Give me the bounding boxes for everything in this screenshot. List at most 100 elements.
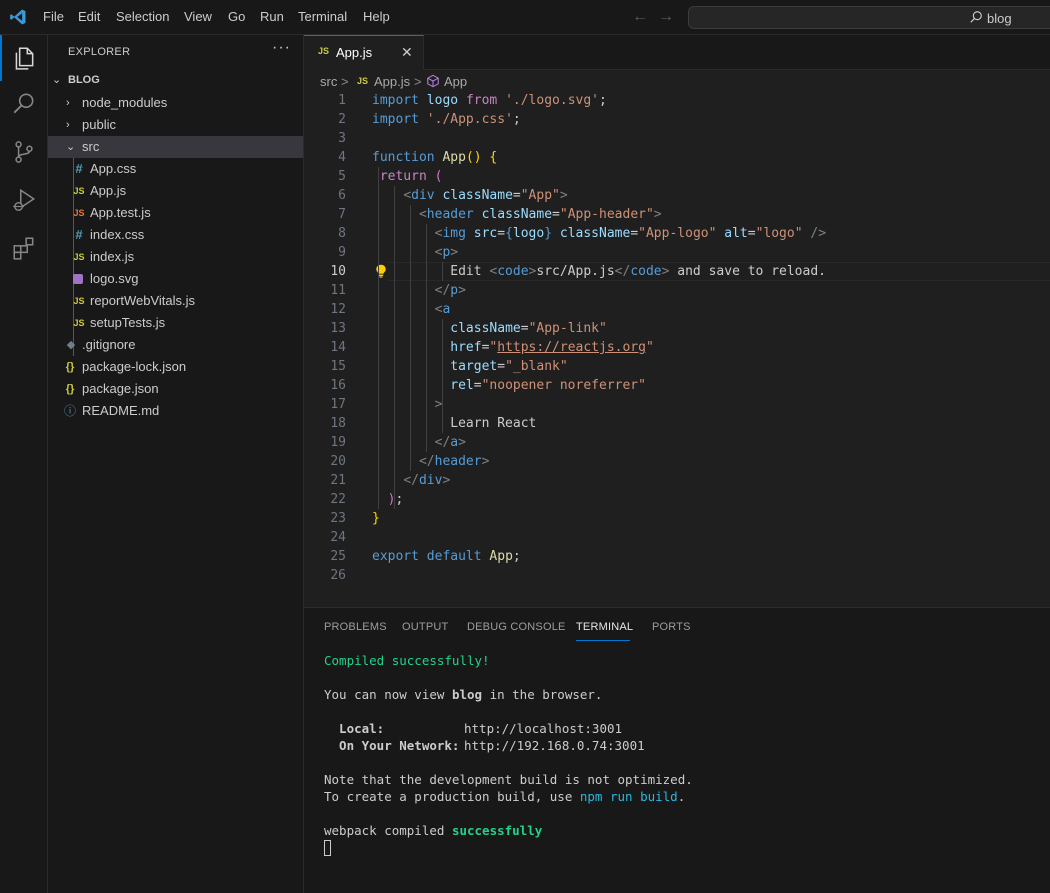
file-readme[interactable]: ⓘ README.md (48, 400, 303, 422)
line-number: 23 (330, 511, 346, 526)
tree-item-label: reportWebVitals.js (90, 293, 196, 308)
vscode-logo-icon (10, 9, 26, 25)
code-token: target (450, 359, 498, 374)
css-file-icon: # (75, 227, 83, 242)
tab-output[interactable]: OUTPUT (402, 621, 448, 633)
code-line: > (372, 395, 443, 414)
line-number: 15 (330, 359, 346, 374)
tab-app-js[interactable]: JS App.js ✕ (304, 35, 424, 70)
menu-help[interactable]: Help (363, 9, 390, 24)
search-activity[interactable] (0, 81, 48, 127)
code-token: className (450, 321, 521, 336)
code-editor[interactable]: 1 2 3 4 5 6 7 8 9 10 11 12 13 14 15 16 1… (304, 91, 1050, 607)
folder-public[interactable]: › public (48, 114, 303, 136)
folder-node-modules[interactable]: › node_modules (48, 92, 303, 114)
menu-run[interactable]: Run (260, 9, 284, 24)
menu-file[interactable]: File (43, 9, 64, 24)
menu-selection[interactable]: Selection (116, 9, 169, 24)
files-icon (15, 47, 34, 70)
code-token: </ (403, 473, 419, 488)
chevron-right-icon: › (66, 97, 70, 109)
code-token: src/App.js (536, 264, 615, 279)
file-app-css[interactable]: # App.css (48, 158, 303, 180)
folder-src[interactable]: ⌄ src (48, 136, 303, 158)
arrow-right-icon[interactable]: → (658, 8, 674, 26)
code-token: > (559, 188, 568, 203)
code-token: > (481, 454, 490, 469)
chevron-right-icon: > (341, 74, 349, 89)
search-icon (13, 93, 34, 114)
code-token: Learn React (372, 416, 537, 431)
breadcrumb-folder[interactable]: src (320, 74, 337, 89)
code-token: function (372, 150, 443, 165)
code-token: code (630, 264, 662, 279)
tab-ports[interactable]: PORTS (652, 621, 691, 633)
file-index-js[interactable]: JS index.js (48, 246, 303, 268)
tree-item-label: logo.svg (90, 271, 139, 286)
breadcrumb-symbol[interactable]: App (444, 74, 467, 89)
file-logo-svg[interactable]: logo.svg (48, 268, 303, 290)
tab-debug-console[interactable]: DEBUG CONSOLE (467, 621, 566, 633)
menu-go[interactable]: Go (228, 9, 245, 24)
file-package-json[interactable]: {} package.json (48, 378, 303, 400)
terminal-network-url[interactable]: http://192.168.0.74:3001 (464, 738, 645, 753)
file-report-web-vitals[interactable]: JS reportWebVitals.js (48, 290, 303, 312)
code-line: } (372, 509, 380, 528)
file-package-lock[interactable]: {} package-lock.json (48, 356, 303, 378)
code-token: </ (434, 283, 451, 298)
file-index-css[interactable]: # index.css (48, 224, 303, 246)
tab-terminal[interactable]: TERMINAL (576, 621, 633, 633)
code-line: className="App-link" (372, 319, 607, 338)
arrow-left-icon[interactable]: ← (632, 8, 648, 26)
code-line: <header className="App-header"> (372, 205, 662, 224)
code-token: header (426, 207, 482, 222)
code-token: ; (599, 93, 615, 108)
menu-view[interactable]: View (184, 9, 212, 24)
terminal-command: npm run build (579, 789, 678, 804)
code-token: "_blank" (505, 359, 568, 374)
code-token: = (552, 207, 560, 222)
code-token: href (450, 340, 482, 355)
tab-problems[interactable]: PROBLEMS (324, 621, 387, 633)
code-token: p (450, 283, 459, 298)
file-app-test-js[interactable]: JS App.test.js (48, 202, 303, 224)
file-setup-tests[interactable]: JS setupTests.js (48, 312, 303, 334)
tree-item-label: public (82, 117, 116, 132)
file-gitignore[interactable]: ◆ .gitignore (48, 334, 303, 356)
line-number: 20 (330, 454, 346, 469)
code-line: import './App.css'; (372, 110, 521, 129)
folder-root-blog[interactable]: ⌄ BLOG (48, 69, 303, 91)
code-token: App (489, 549, 513, 564)
code-token: "App" (520, 188, 560, 203)
breadcrumb-file[interactable]: App.js (374, 74, 410, 89)
tree-item-label: App.css (90, 161, 137, 176)
extensions-activity[interactable] (0, 225, 48, 271)
terminal-local-url[interactable]: http://localhost:3001 (464, 721, 622, 736)
code-token: import (372, 112, 427, 127)
close-icon[interactable]: ✕ (401, 44, 413, 61)
line-number-active: 10 (330, 264, 346, 279)
terminal-line-webpack: webpack compiled successfully (324, 822, 542, 839)
command-center-search[interactable]: blog (688, 6, 1050, 29)
explorer-activity[interactable] (0, 35, 48, 81)
menu-edit[interactable]: Edit (78, 9, 100, 24)
source-control-activity[interactable] (0, 129, 48, 175)
more-actions-icon[interactable]: ··· (272, 39, 291, 57)
file-app-js[interactable]: JS App.js (48, 180, 303, 202)
code-line: Edit <code>src/App.js</code> and save to… (372, 262, 826, 281)
code-line: import logo from './logo.svg'; (372, 91, 615, 110)
tree-item-label: App.js (90, 183, 127, 198)
menu-terminal[interactable]: Terminal (298, 9, 347, 24)
run-debug-activity[interactable] (0, 177, 48, 223)
breadcrumb: src > JS App.js > App (304, 71, 1050, 93)
code-token: "App-link" (528, 321, 607, 336)
explorer-sidebar: EXPLORER ··· ⌄ BLOG › node_modules › pub… (48, 35, 304, 893)
title-bar: File Edit Selection View Go Run Terminal… (0, 0, 1050, 35)
code-line: rel="noopener noreferrer" (372, 376, 646, 395)
line-number: 17 (330, 397, 346, 412)
code-line: </header> (372, 452, 489, 471)
code-token: > (458, 283, 466, 298)
